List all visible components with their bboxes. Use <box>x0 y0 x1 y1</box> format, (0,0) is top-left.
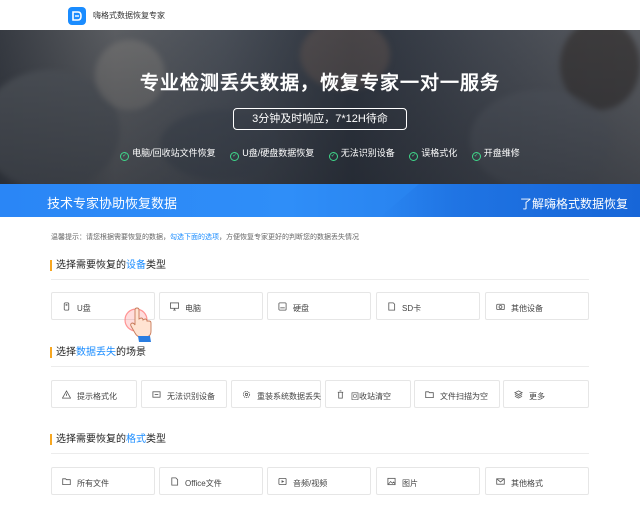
option-unrecognized-device[interactable]: 无法识别设备 <box>141 380 227 408</box>
option-scan-empty[interactable]: 文件扫描为空 <box>414 380 500 408</box>
option-computer[interactable]: 电脑 <box>159 292 263 320</box>
check-icon: ✓ <box>230 152 240 161</box>
check-icon: ✓ <box>120 152 130 161</box>
option-audio-video[interactable]: 音频/视频 <box>267 467 371 495</box>
format-section-heading: 选择需要恢复的格式类型 <box>50 434 166 445</box>
check-icon: ✓ <box>328 152 338 161</box>
trash-icon <box>337 390 344 399</box>
brand-logo-icon[interactable] <box>68 7 86 25</box>
option-hard-disk[interactable]: 硬盘 <box>267 292 371 320</box>
option-all-files[interactable]: 所有文件 <box>51 467 155 495</box>
hero-banner: 专业检测丢失数据，恢复专家一对一服务 3分钟及时响应，7*12H待命 ✓ 电脑/回… <box>0 30 640 184</box>
camera-icon <box>496 303 505 311</box>
learn-more-link[interactable]: 了解嗨格式数据恢复 <box>520 195 628 212</box>
gear-icon <box>242 390 251 399</box>
feature-item: ✓ U盘/硬盘数据恢复 <box>230 148 315 161</box>
response-time-pill: 3分钟及时响应，7*12H待命 <box>233 108 407 130</box>
expert-banner: 技术专家协助恢复数据 了解嗨格式数据恢复 <box>0 184 640 217</box>
option-reinstall-system[interactable]: 重装系统数据丢失 <box>231 380 321 408</box>
expert-banner-title: 技术专家协助恢复数据 <box>47 196 178 211</box>
sd-card-icon <box>388 302 396 311</box>
media-icon <box>278 477 287 486</box>
feature-item: ✓ 开盘维修 <box>471 148 520 161</box>
top-bar: 嗨格式数据恢复专家 <box>0 0 640 30</box>
tip-text: 温馨提示：请您根据需要恢复的数据，勾选下面的选项，方便恢复专家更好的判断您的数据… <box>51 234 359 241</box>
brand-name[interactable]: 嗨格式数据恢复专家 <box>93 10 165 21</box>
option-other-device[interactable]: 其他设备 <box>485 292 589 320</box>
image-icon <box>387 477 396 486</box>
usb-drive-icon <box>63 302 70 311</box>
folder-icon <box>62 478 71 486</box>
hero-title: 专业检测丢失数据，恢复专家一对一服务 <box>139 73 500 94</box>
check-icon: ✓ <box>471 152 481 161</box>
feature-item: ✓ 电脑/回收站文件恢复 <box>120 148 216 161</box>
hand-pointer-icon <box>124 307 152 342</box>
folder-icon <box>425 391 434 399</box>
layers-icon <box>514 390 523 399</box>
check-icon: ✓ <box>409 152 419 161</box>
feature-item: ✓ 无法识别设备 <box>328 148 395 161</box>
option-sd-card[interactable]: SD卡 <box>376 292 480 320</box>
device-unrecognized-icon <box>152 391 161 398</box>
device-section-heading: 选择需要恢复的设备类型 <box>50 260 166 271</box>
option-format-prompt[interactable]: 提示格式化 <box>51 380 137 408</box>
office-file-icon <box>171 477 179 486</box>
option-more[interactable]: 更多 <box>503 380 589 408</box>
mail-icon <box>496 478 505 485</box>
option-office-files[interactable]: Office文件 <box>159 467 263 495</box>
scene-section-heading: 选择数据丢失的场景 <box>50 347 146 358</box>
option-recycle-bin-emptied[interactable]: 回收站清空 <box>325 380 411 408</box>
feature-item: ✓ 误格式化 <box>409 148 458 161</box>
warning-icon <box>62 390 71 399</box>
feature-list: ✓ 电脑/回收站文件恢复 ✓ U盘/硬盘数据恢复 ✓ 无法识别设备 ✓ 误格式化 ✓ 开盘… <box>0 146 640 161</box>
monitor-icon <box>170 302 179 311</box>
option-other-formats[interactable]: 其他格式 <box>485 467 589 495</box>
hard-disk-icon <box>278 302 287 311</box>
option-images[interactable]: 图片 <box>376 467 480 495</box>
